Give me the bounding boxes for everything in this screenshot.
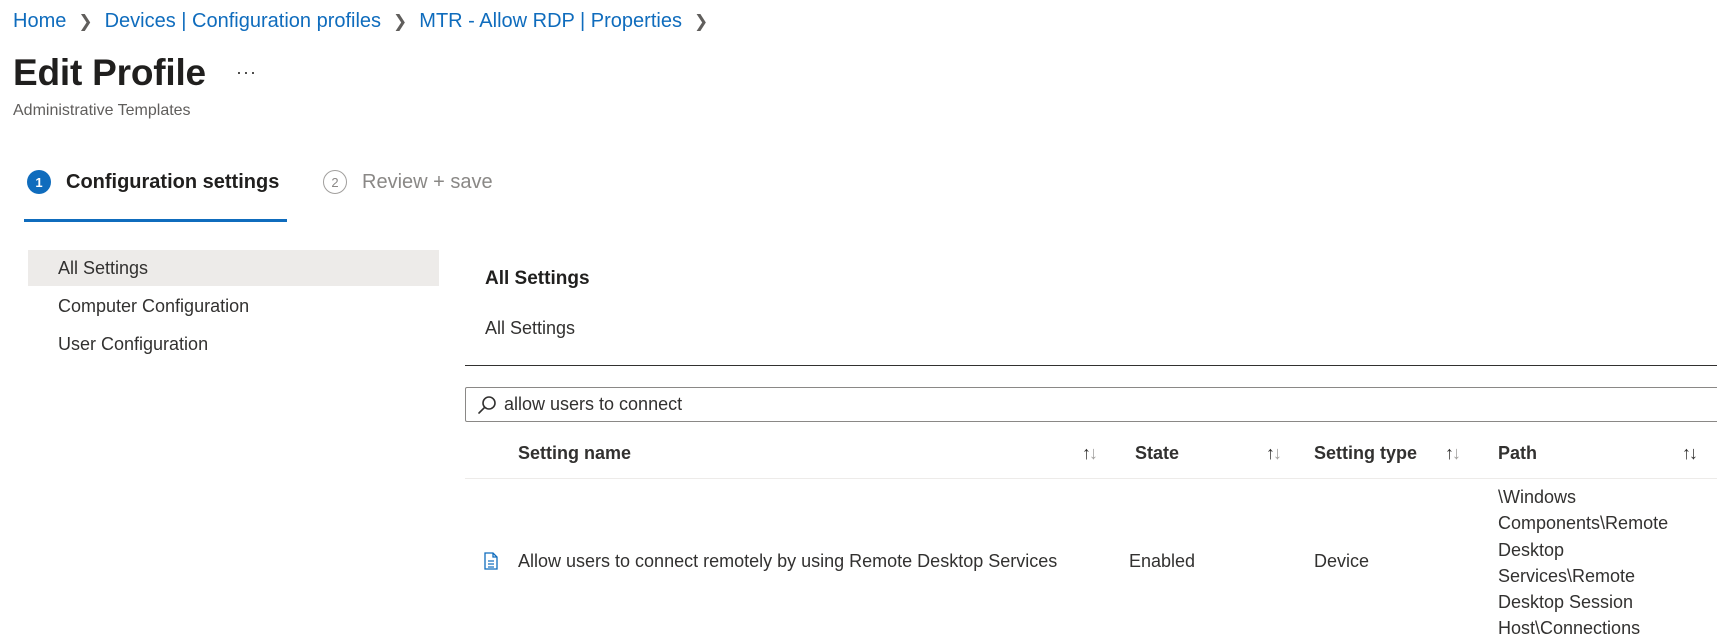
sort-icon[interactable]: ↑↓ [1682, 440, 1698, 466]
sort-up-glyph: ↑ [1445, 443, 1454, 463]
column-header-setting-type[interactable]: Setting type [1314, 440, 1417, 466]
setting-type-cell: Device [1314, 551, 1370, 571]
path-line: Host\Connections [1498, 618, 1641, 638]
section-title: All Settings [485, 268, 590, 289]
sort-icon[interactable]: ↑↓ [1266, 440, 1282, 466]
step-label: Configuration settings [66, 170, 280, 193]
sort-down-glyph: ↓ [1089, 443, 1098, 463]
search-input-value[interactable]: allow users to connect [504, 394, 682, 415]
settings-category-nav: All Settings Computer Configuration User… [28, 250, 439, 364]
sort-icon[interactable]: ↑↓ [1445, 440, 1461, 466]
step-number-badge: 1 [27, 170, 51, 194]
chevron-right-icon: ❯ [393, 11, 408, 31]
search-icon [478, 395, 496, 414]
setting-name-cell[interactable]: Allow users to connect remotely by using… [518, 551, 1057, 572]
step-number-badge: 2 [323, 170, 347, 194]
edit-profile-page: Home ❯ Devices | Configuration profiles … [0, 0, 1717, 638]
path-cell: \Windows Components\Remote Desktop Servi… [1498, 484, 1698, 638]
path-line: Components\Remote [1498, 513, 1669, 534]
breadcrumb-configuration-profiles[interactable]: Devices | Configuration profiles [105, 10, 381, 33]
sort-up-glyph: ↑ [1266, 443, 1275, 463]
path-line: \Windows [1498, 487, 1577, 507]
tab-review-save[interactable]: 2 Review + save [323, 170, 493, 194]
page-subtitle: Administrative Templates [13, 102, 191, 119]
chevron-right-icon: ❯ [693, 11, 709, 31]
path-line: Services\Remote [1498, 565, 1636, 586]
step-label: Review + save [362, 170, 493, 193]
path-line: Desktop [1498, 539, 1565, 560]
nav-item-all-settings[interactable]: All Settings [28, 250, 439, 286]
chevron-right-icon: ❯ [78, 11, 93, 31]
nav-item-computer-configuration[interactable]: Computer Configuration [28, 288, 439, 324]
sort-icon[interactable]: ↑↓ [1082, 440, 1098, 466]
sort-down-glyph: ↓ [1273, 443, 1282, 463]
search-input[interactable]: allow users to connect [465, 387, 1717, 422]
page-title: Edit Profile [13, 52, 206, 93]
sort-down-glyph: ↓ [1452, 443, 1461, 463]
column-header-state[interactable]: State [1135, 440, 1179, 466]
more-options-button[interactable]: ··· [236, 62, 257, 83]
divider [465, 365, 1717, 366]
table-header-divider [465, 478, 1717, 479]
path-line: Desktop Session [1498, 592, 1634, 613]
column-header-path[interactable]: Path [1498, 440, 1537, 466]
breadcrumb-home[interactable]: Home [13, 10, 66, 33]
sort-up-glyph: ↑ [1082, 443, 1091, 463]
active-tab-indicator [24, 219, 287, 222]
state-cell: Enabled [1129, 551, 1196, 571]
section-breadcrumb: All Settings [485, 318, 576, 338]
column-header-setting-name[interactable]: Setting name [518, 440, 631, 466]
breadcrumb: Home ❯ Devices | Configuration profiles … [13, 10, 720, 33]
tab-configuration-settings[interactable]: 1 Configuration settings [27, 170, 279, 194]
document-icon [484, 552, 498, 570]
nav-item-user-configuration[interactable]: User Configuration [28, 326, 439, 362]
sort-down-glyph: ↓ [1689, 443, 1698, 463]
sort-up-glyph: ↑ [1682, 443, 1691, 463]
breadcrumb-profile-properties[interactable]: MTR - Allow RDP | Properties [419, 10, 682, 33]
